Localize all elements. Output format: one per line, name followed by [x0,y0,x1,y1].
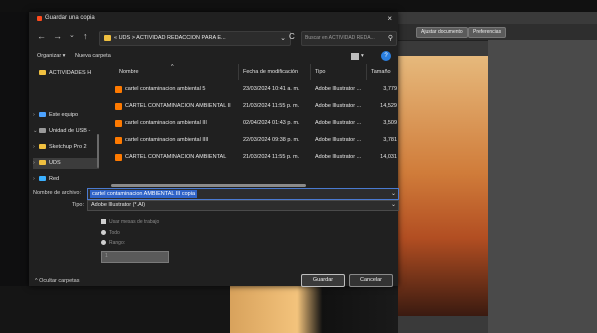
folder-icon [39,70,46,76]
filename-input[interactable]: cartel contaminacion AMBIENTAL III copia… [87,188,399,200]
range-radio[interactable]: Rango: [101,240,125,246]
dialog-title: Guardar una copia [45,15,95,21]
sidebar-scrollbar[interactable] [97,134,99,168]
filetype-value: Adobe Illustrator (*.AI) [91,202,146,208]
column-header-type[interactable]: Tipo [311,64,367,80]
hide-folders-toggle[interactable]: ^ Ocultar carpetas [35,278,79,284]
file-list: Nombre ^ Fecha de modificación Tipo Tama… [111,64,398,194]
radio-icon [101,230,106,236]
computer-icon [39,112,46,118]
illustrator-app-icon [37,16,42,21]
usb-drive-icon [39,128,46,134]
address-bar: ← → ⌄ ↑ « UDS > ACTIVIDAD REDACCION PARA… [29,28,398,46]
illustrator-control-bar: Ajustar documento Preferencias [398,24,597,41]
chevron-down-icon[interactable]: ⌄ [391,201,396,210]
search-input[interactable]: Buscar en ACTIVIDAD REDA... ⚲ [301,31,397,46]
recent-locations-chevron-icon[interactable]: ⌄ [69,31,75,41]
file-row[interactable]: cartel contaminacion ambiental IIII 22/0… [111,132,398,149]
illustrator-file-icon [115,154,122,161]
help-icon[interactable]: ? [381,51,391,61]
dialog-titlebar: Guardar una copia × [29,12,398,26]
cancel-button[interactable]: Cancelar [349,274,393,287]
sidebar-item-usb[interactable]: ⌄ Unidad de USB - [33,126,90,137]
network-icon [39,176,46,182]
chevron-down-icon[interactable]: ⌄ [280,34,286,42]
folder-icon [104,35,111,41]
illustrator-file-icon [115,120,122,127]
breadcrumb-path: « UDS > ACTIVIDAD REDACCION PARA E... [114,35,226,41]
file-row[interactable]: CARTEL CONTAMINACION AMBIENTAL II 21/03/… [111,98,398,115]
breadcrumb[interactable]: « UDS > ACTIVIDAD REDACCION PARA E... ⌄ [99,31,291,46]
sidebar-item-uds[interactable]: › UDS [33,158,99,169]
save-button[interactable]: Guardar [301,274,345,287]
search-placeholder: Buscar en ACTIVIDAD REDA... [305,35,375,41]
screen-top-bar [0,0,597,12]
refresh-icon[interactable]: C [289,32,295,41]
checkbox-icon [101,219,106,225]
navigation-pane: ACTIVIDADES H › Este equipo ⌄ Unidad de US… [29,64,101,194]
preferences-button[interactable]: Preferencias [468,27,507,38]
folder-icon [39,144,46,150]
file-row[interactable]: cartel contaminacion ambiental III 02/04… [111,115,398,132]
up-arrow-icon[interactable]: ↑ [83,31,88,41]
artboard-bottom [230,286,398,333]
save-copy-dialog: Guardar una copia × ← → ⌄ ↑ « UDS > ACTI… [29,12,399,287]
column-header-size[interactable]: Tamaño [367,64,398,80]
filetype-label: Tipo: [72,202,85,208]
command-bar: Organizar ▾ Nueva carpeta ▾ ? [29,50,398,64]
sort-indicator-icon: ^ [171,64,174,70]
file-row[interactable]: cartel contaminacion ambiental 5 23/03/2… [111,81,398,98]
filetype-select[interactable]: Adobe Illustrator (*.AI) ⌄ [87,200,399,211]
sidebar-item-este-equipo[interactable]: › Este equipo [33,110,78,121]
view-dropdown-icon[interactable]: ▾ [361,53,364,59]
file-list-scrollbar[interactable] [111,184,306,187]
sidebar-item-actividades[interactable]: ACTIVIDADES H [33,68,91,79]
radio-icon [101,240,106,246]
view-options-icon[interactable] [351,53,359,60]
file-row[interactable]: CARTEL CONTAMINACION AMBIENTAL 21/03/202… [111,149,398,166]
folder-icon [39,160,46,166]
column-header-date[interactable]: Fecha de modificación [239,64,311,80]
sidebar-item-sketchup[interactable]: › Sketchup Pro 2 [33,142,87,153]
search-icon: ⚲ [387,35,393,42]
illustrator-file-icon [115,103,122,110]
filename-value: cartel contaminacion AMBIENTAL III copia [90,190,198,198]
sidebar-item-red[interactable]: › Red [33,174,59,185]
filename-label: Nombre de archivo: [33,190,81,196]
new-folder-button[interactable]: Nueva carpeta [75,53,111,59]
all-radio[interactable]: Todo [101,230,120,236]
illustrator-file-icon [115,86,122,93]
fit-document-button[interactable]: Ajustar documento [416,27,468,38]
workspace-bottom-left [0,286,230,333]
organize-menu[interactable]: Organizar ▾ [37,53,65,59]
chevron-down-icon[interactable]: ⌄ [391,189,396,199]
close-icon[interactable]: × [387,14,392,23]
column-header-name[interactable]: Nombre ^ [111,64,239,80]
canvas-pasteboard [488,40,597,333]
range-input[interactable]: 1 [101,251,169,263]
use-artboards-checkbox[interactable]: Usar mesas de trabajo [101,219,159,225]
back-arrow-icon[interactable]: ← [37,31,46,41]
forward-arrow-icon[interactable]: → [53,31,62,41]
artboard-image [398,56,488,316]
illustrator-file-icon [115,137,122,144]
